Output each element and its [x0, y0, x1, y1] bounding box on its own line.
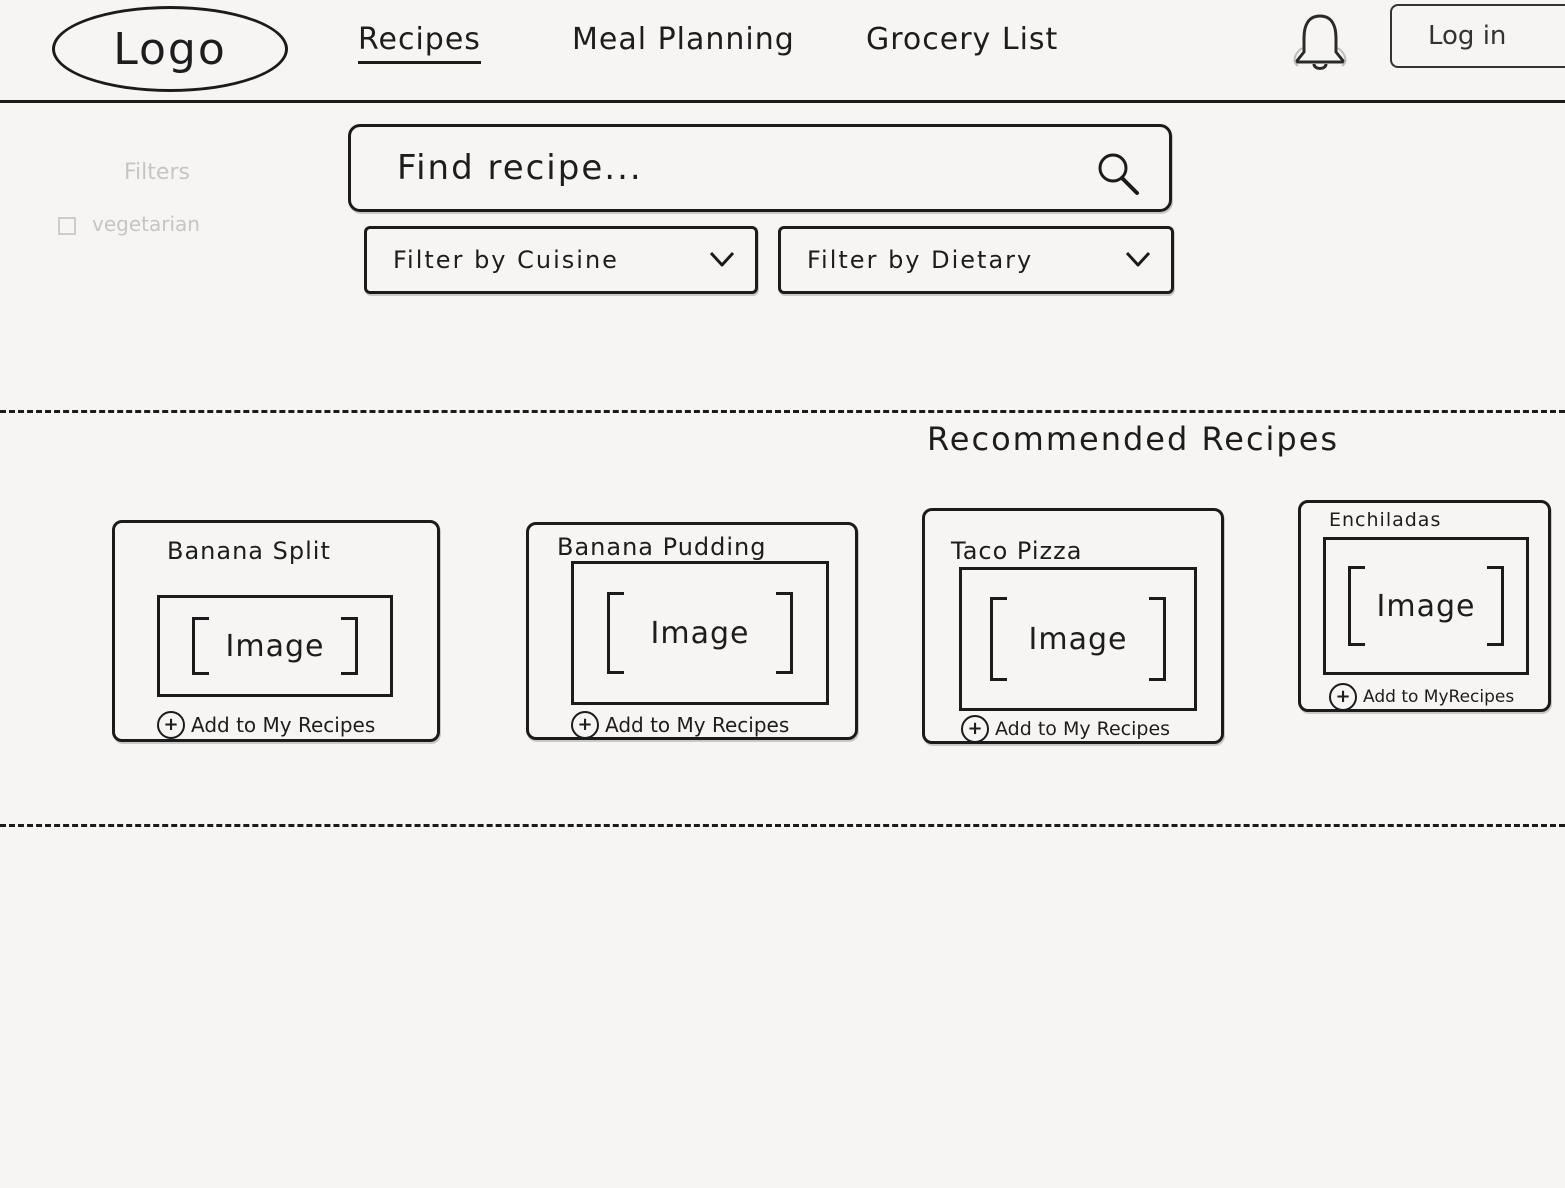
logo[interactable]: Logo: [52, 6, 288, 92]
recipe-card-title: Banana Pudding: [557, 533, 767, 561]
recipe-image-placeholder: Image: [959, 567, 1197, 711]
filter-cuisine-label: Filter by Cuisine: [393, 246, 619, 274]
ghost-filters-label: Filters: [124, 160, 190, 185]
add-to-my-recipes-label: Add to My Recipes: [995, 718, 1171, 740]
section-divider: [0, 410, 1565, 413]
plus-icon: +: [1329, 683, 1357, 711]
image-bracket: Image: [192, 617, 358, 675]
filter-dietary-dropdown[interactable]: Filter by Dietary: [778, 226, 1174, 294]
ghost-filter-option: vegetarian: [58, 212, 200, 236]
recipe-card-title: Enchiladas: [1329, 509, 1442, 531]
image-label: Image: [1028, 621, 1128, 657]
recipe-image-placeholder: Image: [1323, 537, 1529, 675]
recipe-image-placeholder: Image: [157, 595, 393, 697]
recipe-card-title: Banana Split: [167, 537, 331, 565]
image-bracket: Image: [1348, 566, 1504, 646]
recommended-recipes-heading: Recommended Recipes: [0, 420, 1345, 458]
image-label: Image: [1376, 588, 1476, 624]
add-to-my-recipes-button[interactable]: + Add to My Recipes: [157, 711, 375, 739]
image-label: Image: [650, 615, 750, 651]
image-label: Image: [225, 628, 325, 664]
nav-recipes[interactable]: Recipes: [358, 22, 481, 64]
add-to-my-recipes-label: Add to My Recipes: [191, 713, 376, 737]
plus-icon: +: [571, 711, 599, 739]
section-divider: [0, 824, 1565, 827]
add-to-my-recipes-button[interactable]: + Add to My Recipes: [571, 711, 789, 739]
bell-icon[interactable]: [1288, 8, 1352, 74]
filter-cuisine-dropdown[interactable]: Filter by Cuisine: [364, 226, 758, 294]
search-placeholder: Find recipe...: [397, 148, 643, 188]
search-input[interactable]: Find recipe...: [348, 124, 1172, 212]
top-navigation-bar: Logo Recipes Meal Planning Grocery List …: [0, 0, 1565, 103]
search-icon[interactable]: [1093, 149, 1143, 199]
add-to-my-recipes-button[interactable]: + Add to My Recipes: [961, 715, 1170, 743]
nav-meal-planning[interactable]: Meal Planning: [572, 22, 795, 57]
recipe-card[interactable]: Enchiladas Image + Add to MyRecipes: [1298, 500, 1551, 712]
add-to-my-recipes-label: Add to MyRecipes: [1363, 687, 1515, 707]
ghost-filter-option-label: vegetarian: [92, 212, 200, 236]
recommended-recipes-title: Recommended Recipes: [927, 420, 1340, 458]
filter-dietary-label: Filter by Dietary: [807, 246, 1034, 274]
plus-icon: +: [961, 715, 989, 743]
recipe-image-placeholder: Image: [571, 561, 829, 705]
recipe-card[interactable]: Taco Pizza Image + Add to My Recipes: [922, 508, 1224, 744]
recipe-card-title: Taco Pizza: [951, 537, 1083, 565]
nav-grocery-list[interactable]: Grocery List: [866, 22, 1058, 57]
chevron-down-icon: [1125, 251, 1151, 267]
image-bracket: Image: [990, 597, 1166, 681]
plus-icon: +: [157, 711, 185, 739]
recipe-card[interactable]: Banana Split Image + Add to My Recipes: [112, 520, 440, 742]
recipe-card[interactable]: Banana Pudding Image + Add to My Recipes: [526, 522, 858, 740]
add-to-my-recipes-button[interactable]: + Add to MyRecipes: [1329, 683, 1514, 711]
chevron-down-icon: [709, 251, 735, 267]
add-to-my-recipes-label: Add to My Recipes: [605, 713, 790, 737]
image-bracket: Image: [607, 592, 793, 674]
login-button[interactable]: Log in: [1390, 4, 1565, 68]
